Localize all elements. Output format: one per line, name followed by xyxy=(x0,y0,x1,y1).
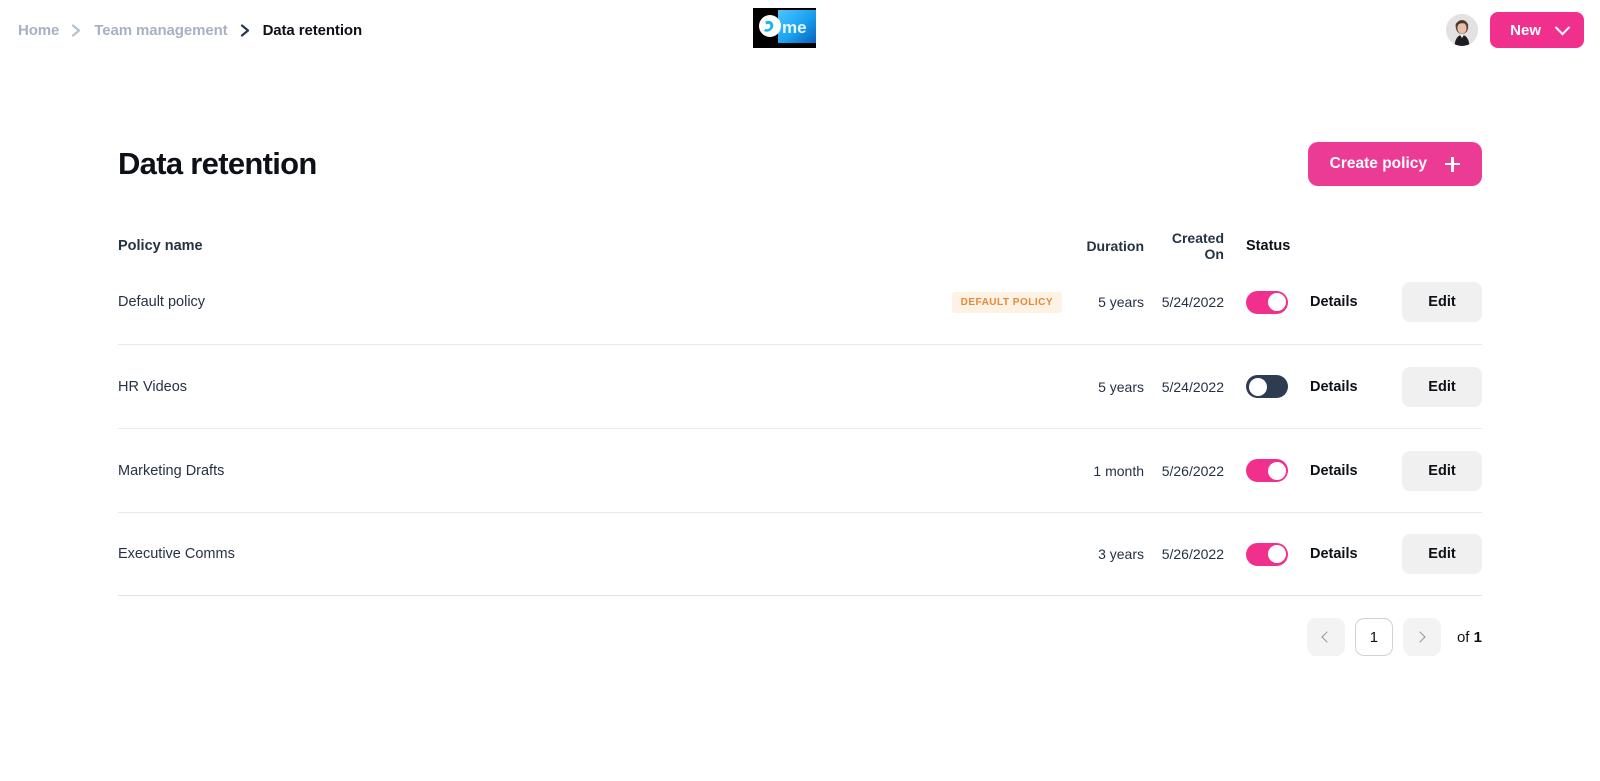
policy-duration: 5 years xyxy=(1082,379,1144,395)
status-toggle[interactable] xyxy=(1246,459,1288,482)
svg-text:me: me xyxy=(782,18,807,37)
policy-created-on: 5/26/2022 xyxy=(1144,463,1224,479)
edit-button[interactable]: Edit xyxy=(1402,451,1482,491)
vimeo-logo-image: me xyxy=(753,8,816,48)
policy-duration: 5 years xyxy=(1082,294,1144,310)
breadcrumb-item-data-retention: Data retention xyxy=(263,22,362,39)
avatar-image xyxy=(1446,14,1478,46)
status-cell xyxy=(1224,375,1310,398)
top-bar: Home Team management Data retention xyxy=(0,0,1600,60)
create-policy-button[interactable]: Create policy xyxy=(1308,142,1482,186)
chevron-right-icon xyxy=(1415,631,1426,642)
details-link[interactable]: Details xyxy=(1310,294,1402,310)
table-row: Marketing Drafts 1 month 5/26/2022 Detai… xyxy=(118,428,1482,512)
policy-name: Executive Comms xyxy=(118,546,954,562)
chevron-right-icon xyxy=(71,24,82,37)
edit-cell: Edit xyxy=(1402,534,1482,574)
policies-table: Policy name Duration Created On Status D… xyxy=(118,232,1482,596)
policy-duration: 1 month xyxy=(1082,463,1144,479)
policy-name: HR Videos xyxy=(118,379,954,395)
status-cell xyxy=(1224,291,1310,314)
breadcrumb-item-home[interactable]: Home xyxy=(18,22,59,39)
policy-name: Default policy xyxy=(118,294,952,310)
toggle-knob xyxy=(1268,545,1286,563)
chevron-left-icon xyxy=(1322,631,1333,642)
plus-icon xyxy=(1445,157,1460,172)
status-cell xyxy=(1224,543,1310,566)
column-header-status: Status xyxy=(1224,238,1310,254)
toggle-knob xyxy=(1268,293,1286,311)
status-toggle[interactable] xyxy=(1246,375,1288,398)
column-header-policy-name: Policy name xyxy=(118,238,954,254)
table-row: HR Videos 5 years 5/24/2022 Details Edit xyxy=(118,344,1482,428)
pagination-page-input[interactable] xyxy=(1355,618,1393,656)
policy-created-on: 5/26/2022 xyxy=(1144,546,1224,562)
edit-button[interactable]: Edit xyxy=(1402,534,1482,574)
details-link[interactable]: Details xyxy=(1310,546,1402,562)
chevron-down-icon xyxy=(1555,19,1571,35)
edit-cell: Edit xyxy=(1402,451,1482,491)
edit-button[interactable]: Edit xyxy=(1402,282,1482,322)
policy-created-on: 5/24/2022 xyxy=(1144,379,1224,395)
avatar[interactable] xyxy=(1446,14,1478,46)
breadcrumb: Home Team management Data retention xyxy=(18,22,362,39)
new-button[interactable]: New xyxy=(1490,12,1584,48)
table-header-row: Policy name Duration Created On Status xyxy=(118,232,1482,260)
breadcrumb-item-team-management[interactable]: Team management xyxy=(94,22,227,39)
new-button-label: New xyxy=(1510,22,1541,39)
chevron-right-icon xyxy=(240,24,251,37)
vimeo-logo[interactable]: me xyxy=(753,8,816,48)
table-row: Default policy DEFAULT POLICY 5 years 5/… xyxy=(118,260,1482,344)
create-policy-label: Create policy xyxy=(1330,155,1427,173)
status-toggle[interactable] xyxy=(1246,543,1288,566)
edit-cell: Edit xyxy=(1402,367,1482,407)
table-row: Executive Comms 3 years 5/26/2022 Detail… xyxy=(118,512,1482,596)
pagination-total: of 1 xyxy=(1457,629,1482,646)
column-header-created-on: Created On xyxy=(1144,230,1224,262)
status-toggle[interactable] xyxy=(1246,291,1288,314)
page-content: Data retention Create policy Policy name… xyxy=(0,136,1600,656)
pagination-next-button[interactable] xyxy=(1403,618,1441,656)
pagination-prev-button[interactable] xyxy=(1307,618,1345,656)
pagination-of-label: of xyxy=(1457,629,1470,646)
policy-duration: 3 years xyxy=(1082,546,1144,562)
details-link[interactable]: Details xyxy=(1310,463,1402,479)
pagination: of 1 xyxy=(118,618,1482,656)
column-header-duration: Duration xyxy=(1082,238,1144,254)
policy-created-on: 5/24/2022 xyxy=(1144,294,1224,310)
toggle-knob xyxy=(1249,378,1267,396)
badge-cell: DEFAULT POLICY xyxy=(952,292,1082,313)
page-title: Data retention xyxy=(118,146,317,182)
status-badge: DEFAULT POLICY xyxy=(952,292,1062,313)
details-link[interactable]: Details xyxy=(1310,379,1402,395)
page-header: Data retention Create policy xyxy=(118,136,1482,192)
pagination-total-pages: 1 xyxy=(1474,629,1482,646)
policy-name: Marketing Drafts xyxy=(118,463,954,479)
top-bar-right: New xyxy=(1446,0,1584,60)
status-cell xyxy=(1224,459,1310,482)
edit-button[interactable]: Edit xyxy=(1402,367,1482,407)
toggle-knob xyxy=(1268,462,1286,480)
edit-cell: Edit xyxy=(1402,282,1482,322)
